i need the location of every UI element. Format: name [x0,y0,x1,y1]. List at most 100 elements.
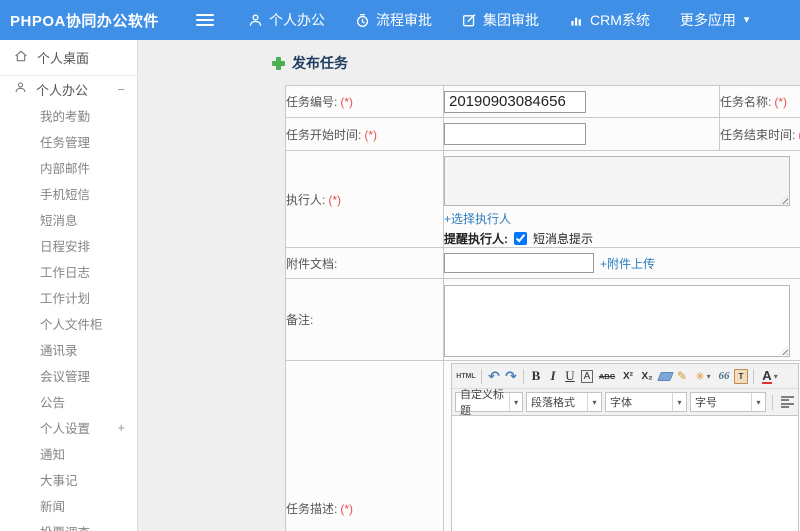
font-border-button[interactable]: A [579,367,595,385]
app-window: PHPOA协同办公软件 个人办公 流程审批 集团审批 CRM系统 更多应用 ▾ … [0,0,800,531]
nav-workflow-approval[interactable]: 流程审批 [355,10,432,30]
page-title-text: 发布任务 [292,55,348,71]
strikethrough-button[interactable]: ABC [596,367,618,385]
remark-textarea[interactable] [444,285,790,357]
task-description-label: 任务描述: (*) [285,360,444,531]
sidebar-item-events[interactable]: 大事记 [0,466,137,492]
paste-button[interactable]: T [733,367,749,385]
sidebar-item-contacts[interactable]: 通讯录 [0,336,137,362]
sidebar-item-attendance[interactable]: 我的考勤 [0,102,137,128]
nav-label: 集团审批 [483,12,539,28]
sidebar-item-label: 工作日志 [40,265,91,280]
start-time-input[interactable] [444,123,586,145]
eraser-button[interactable] [656,367,674,385]
sidebar-item-desktop[interactable]: 个人桌面 [0,40,137,76]
nav-group-approval[interactable]: 集团审批 [462,10,539,30]
autotypeset-button[interactable]: ✳ ▾ [691,367,715,385]
font-size-select[interactable]: 字号 ▾ [690,392,766,412]
italic-button[interactable]: I [545,367,561,385]
sidebar: 个人桌面 个人办公 − 我的考勤 任务管理 内部邮件 手机短信 短消息 日程安排… [0,40,138,531]
rich-text-editor: HTML ↶ ↷ B I U A ABC X² X₂ ✎ ✳ ▾ 66 T A … [451,363,799,531]
caret-down-icon: ▾ [509,393,522,411]
person-icon [248,13,263,28]
add-task-icon [272,56,285,70]
sidebar-item-meeting-management[interactable]: 会议管理 [0,362,137,388]
sidebar-item-short-message[interactable]: 短消息 [0,206,137,232]
editor-toolbar-row2: 自定义标题 ▾ 段落格式 ▾ 字体 ▾ 字号 ▾ [452,389,798,416]
toolbar-separator [753,368,754,384]
sidebar-item-news[interactable]: 新闻 [0,492,137,518]
format-brush-button[interactable]: ✎ [674,367,690,385]
topbar: PHPOA协同办公软件 个人办公 流程审批 集团审批 CRM系统 更多应用 ▾ [0,0,800,40]
editor-content-area[interactable] [452,416,798,531]
resize-handle-icon[interactable] [779,346,788,355]
nav-personal-office[interactable]: 个人办公 [248,10,325,30]
sidebar-item-personal-settings[interactable]: 个人设置 + [0,414,137,440]
task-number-input[interactable] [444,90,586,113]
publish-task-form: 任务编号:(*) 任务名称:(*) 任务开始时间:(*) 任务结束时间:(*) … [285,85,800,531]
sidebar-item-label: 投票调查 [40,522,90,531]
sidebar-item-internal-mail[interactable]: 内部邮件 [0,154,137,180]
custom-title-select[interactable]: 自定义标题 ▾ [455,389,523,415]
sidebar-item-survey[interactable]: 投票调查 [0,518,137,531]
attachment-upload-link[interactable]: +附件上传 [600,255,655,272]
sidebar-item-notification[interactable]: 通知 [0,440,137,466]
attachment-label: 附件文档: [285,247,444,279]
remark-label: 备注: [285,278,444,361]
blockquote-button[interactable]: 66 [716,367,732,385]
font-color-button[interactable]: A ▾ [758,367,782,385]
magic-wand-icon: ✳ [695,370,705,383]
sidebar-item-file-cabinet[interactable]: 个人文件柜 [0,310,137,336]
nav-label: 个人办公 [269,12,325,28]
sidebar-item-label: 通讯录 [40,343,78,358]
executor-textarea[interactable] [444,156,790,206]
sidebar-item-schedule[interactable]: 日程安排 [0,232,137,258]
sidebar-item-personal-office[interactable]: 个人办公 − [0,76,137,102]
sms-remind-text: 短消息提示 [533,232,594,246]
caret-down-icon: ▾ [751,393,765,411]
sidebar-item-label: 通知 [40,447,66,462]
undo-button[interactable]: ↶ [486,367,502,385]
home-icon [14,49,28,66]
select-executor-link[interactable]: +选择执行人 [444,210,800,227]
sidebar-item-label: 新闻 [40,499,66,514]
font-family-select[interactable]: 字体 ▾ [605,392,687,412]
sidebar-item-task-management[interactable]: 任务管理 [0,128,137,154]
sms-remind-checkbox[interactable] [514,232,527,245]
select-label: 字号 [695,397,717,409]
html-source-button[interactable]: HTML [455,367,477,385]
end-time-label: 任务结束时间:(*) [719,117,800,151]
eraser-icon [656,371,674,381]
resize-handle-icon[interactable] [779,195,788,204]
caret-down-icon: ▾ [773,371,778,381]
nav-label: 更多应用 [679,12,736,28]
page-title: 发布任务 [272,53,348,73]
subscript-button[interactable]: X₂ [638,367,656,385]
sidebar-item-label: 个人设置 [40,421,91,436]
paragraph-format-select[interactable]: 段落格式 ▾ [526,392,602,412]
nav-more-apps[interactable]: 更多应用 ▾ [680,10,750,30]
attachment-input[interactable] [444,253,594,273]
superscript-button[interactable]: X² [619,367,637,385]
sidebar-item-label: 大事记 [40,473,78,488]
sidebar-item-announcement[interactable]: 公告 [0,388,137,414]
sidebar-item-label: 手机短信 [40,187,91,202]
sidebar-item-mobile-sms[interactable]: 手机短信 [0,180,137,206]
sidebar-item-work-log[interactable]: 工作日志 [0,258,137,284]
executor-label: 执行人: (*) [285,150,444,248]
underline-button[interactable]: U [562,367,578,385]
sidebar-item-work-plan[interactable]: 工作计划 [0,284,137,310]
sidebar-item-label: 会议管理 [40,369,91,384]
caret-down-icon: ▾ [672,393,686,411]
align-left-button[interactable] [779,393,795,411]
align-left-icon [780,396,794,408]
table-row: 备注: [285,278,800,361]
sidebar-item-label: 内部邮件 [40,161,91,176]
menu-toggle-button[interactable] [196,14,214,26]
bold-button[interactable]: B [528,367,544,385]
sidebar-item-label: 日程安排 [40,239,91,254]
sidebar-item-label: 个人桌面 [37,51,90,66]
redo-button[interactable]: ↷ [503,367,519,385]
collapse-icon: − [117,81,125,97]
nav-crm-system[interactable]: CRM系统 [569,10,650,30]
